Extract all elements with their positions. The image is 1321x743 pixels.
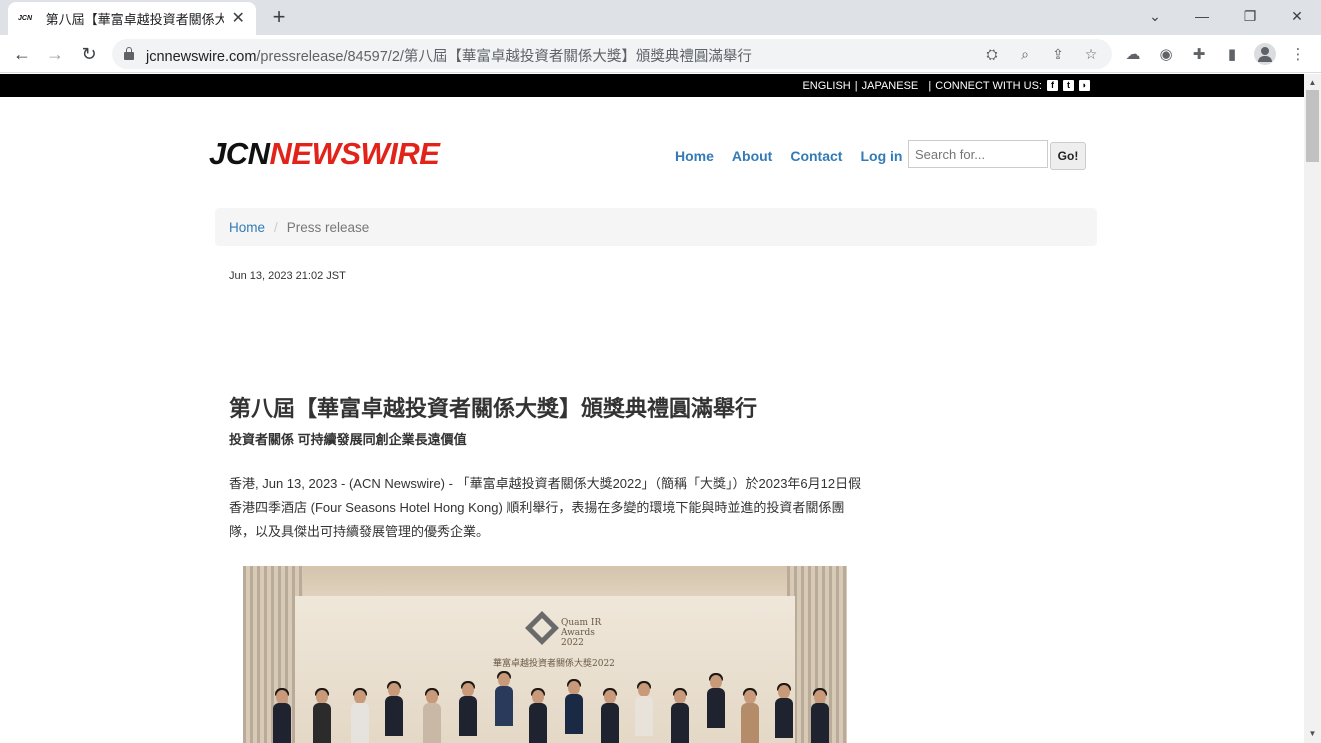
jcn-favicon-icon: JCN [18, 14, 33, 22]
extension-cloud-icon[interactable]: ☁ [1122, 44, 1144, 66]
browser-tab[interactable]: JCN 第八屆【華富卓越投資者關係大獎】頒獎典禮圓滿舉行 ✕ [8, 2, 256, 35]
nav-contact[interactable]: Contact [790, 148, 842, 164]
restore-icon[interactable]: ❐ [1238, 5, 1262, 27]
page-viewport: ENGLISH | JAPANESE | CONNECT WITH US: f … [0, 74, 1304, 743]
english-link[interactable]: ENGLISH [802, 80, 850, 92]
new-tab-button[interactable]: + [268, 6, 290, 28]
lock-icon[interactable] [124, 47, 134, 60]
article-date: Jun 13, 2023 21:02 JST [229, 270, 346, 282]
chevron-down-icon[interactable]: ⌄ [1143, 5, 1167, 27]
search-go-button[interactable]: Go! [1050, 142, 1086, 170]
camera-icon[interactable]: ◉ [1155, 44, 1177, 66]
site-logo[interactable]: JCNNEWSWIRE [209, 138, 440, 170]
search-input[interactable] [908, 140, 1048, 168]
tab-title: 第八屆【華富卓越投資者關係大獎】頒獎典禮圓滿舉行 [45, 12, 225, 27]
article-subtitle: 投資者關係 可持續發展同創企業長遠價值 [229, 432, 467, 447]
rss-icon[interactable]: ◗ [1079, 80, 1090, 91]
nav-login[interactable]: Log in [860, 148, 902, 164]
scroll-up-arrow-icon[interactable]: ▲ [1304, 76, 1321, 90]
breadcrumb: Home / Press release [215, 208, 1097, 246]
puzzle-icon[interactable]: ✚ [1188, 44, 1210, 66]
translate-icon[interactable]: ⛭ [982, 44, 1002, 64]
side-panel-icon[interactable]: ▮ [1221, 44, 1243, 66]
main-nav: Home About Contact Log in [675, 148, 920, 164]
page-scrollbar[interactable]: ▲ ▼ [1304, 74, 1321, 743]
menu-kebab-icon[interactable]: ⋮ [1287, 44, 1309, 66]
award-label: Quam IR Awards 2022 [561, 618, 602, 648]
divider: | [922, 79, 932, 92]
reload-icon[interactable]: ↻ [77, 42, 101, 66]
back-icon[interactable]: ← [10, 42, 34, 66]
facebook-icon[interactable]: f [1047, 80, 1058, 91]
article-title: 第八屆【華富卓越投資者關係大獎】頒獎典禮圓滿舉行 [229, 396, 758, 421]
divider: | [854, 79, 858, 92]
scroll-thumb[interactable] [1306, 90, 1319, 162]
scroll-down-arrow-icon[interactable]: ▼ [1304, 727, 1321, 741]
japanese-link[interactable]: JAPANESE [862, 80, 919, 92]
article-dateline: 香港, Jun 13, 2023 - (ACN Newswire) - [229, 476, 457, 491]
star-icon[interactable]: ☆ [1081, 44, 1101, 64]
article-body: 香港, Jun 13, 2023 - (ACN Newswire) - 「華富卓… [229, 472, 869, 544]
profile-avatar[interactable] [1254, 43, 1276, 65]
tab-strip: JCN 第八屆【華富卓越投資者關係大獎】頒獎典禮圓滿舉行 ✕ + ⌄ — ❐ ✕ [0, 0, 1321, 35]
nav-about[interactable]: About [732, 148, 772, 164]
breadcrumb-home[interactable]: Home [229, 220, 265, 235]
forward-icon[interactable]: → [43, 42, 67, 66]
browser-toolbar: ← → ↻ jcnnewswire.com/pressrelease/84597… [0, 35, 1321, 73]
breadcrumb-current: Press release [286, 219, 370, 235]
nav-home[interactable]: Home [675, 148, 714, 164]
zoom-icon[interactable]: ⌕ [1015, 44, 1035, 64]
article-photo[interactable]: Quam IR Awards 2022 華富卓越投資者關係大獎2022 [243, 566, 847, 743]
twitter-icon[interactable]: t [1063, 80, 1074, 91]
window-close-icon[interactable]: ✕ [1285, 5, 1309, 27]
minimize-icon[interactable]: — [1190, 5, 1214, 27]
url-text[interactable]: jcnnewswire.com/pressrelease/84597/2/第八屆… [146, 45, 752, 66]
close-icon[interactable]: ✕ [230, 10, 246, 27]
breadcrumb-separator: / [274, 219, 278, 235]
site-topbar: ENGLISH | JAPANESE | CONNECT WITH US: f … [0, 74, 1304, 97]
connect-label: CONNECT WITH US: [935, 79, 1042, 92]
address-bar[interactable]: jcnnewswire.com/pressrelease/84597/2/第八屆… [112, 39, 1112, 69]
share-icon[interactable]: ⇪ [1048, 44, 1068, 64]
photo-crowd [263, 668, 843, 743]
